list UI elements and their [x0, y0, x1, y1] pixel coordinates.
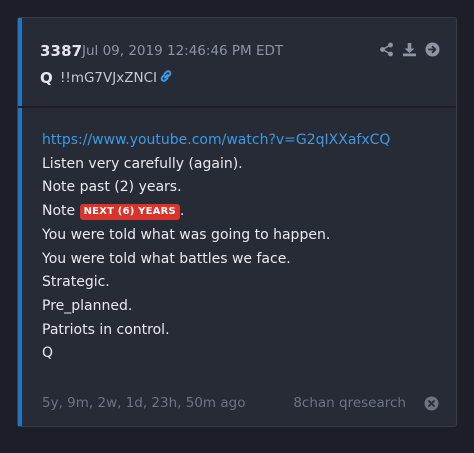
post-tripcode: !!mG7VJxZNCI	[60, 70, 157, 86]
close-circle-icon[interactable]	[424, 396, 439, 411]
body-line-7: Pre_planned.	[42, 297, 133, 314]
post-date: Jul 09, 2019 12:46:46 PM EDT	[82, 43, 284, 59]
body-line-3-prefix: Note	[42, 203, 76, 220]
body-line-3-suffix: .	[179, 203, 185, 220]
board-name[interactable]: 8chan qresearch	[293, 395, 406, 411]
share-icon[interactable]	[379, 42, 394, 57]
post-number[interactable]: 3387	[40, 42, 82, 60]
next-years-badge: NEXT (6) YEARS	[79, 204, 180, 221]
post-actions	[379, 42, 440, 57]
body-line-4: You were told what was going to happen.	[42, 226, 331, 243]
download-icon[interactable]	[402, 42, 417, 57]
link-icon[interactable]	[158, 68, 174, 84]
post-card: 3387 Jul 09, 2019 12:46:46 PM EDT Q !!mG…	[17, 17, 457, 427]
post-age: 5y, 9m, 2w, 1d, 23h, 50m ago	[42, 395, 246, 411]
body-line-3: Note NEXT (6) YEARS.	[42, 200, 390, 224]
arrow-right-circle-icon[interactable]	[425, 42, 440, 57]
post-author: Q	[40, 69, 53, 87]
post-body: https://www.youtube.com/watch?v=G2qIXXaf…	[18, 108, 456, 382]
body-line-1: Listen very carefully (again).	[42, 155, 243, 172]
post-footer: 5y, 9m, 2w, 1d, 23h, 50m ago 8chan qrese…	[18, 382, 456, 426]
body-line-9: Q	[42, 345, 54, 362]
body-line-8: Patriots in control.	[42, 321, 170, 338]
post-header: 3387 Jul 09, 2019 12:46:46 PM EDT Q !!mG…	[18, 18, 456, 106]
body-line-5: You were told what battles we face.	[42, 250, 291, 267]
body-line-2: Note past (2) years.	[42, 179, 182, 196]
youtube-link[interactable]: https://www.youtube.com/watch?v=G2qIXXaf…	[42, 132, 390, 148]
body-line-6: Strategic.	[42, 274, 110, 291]
